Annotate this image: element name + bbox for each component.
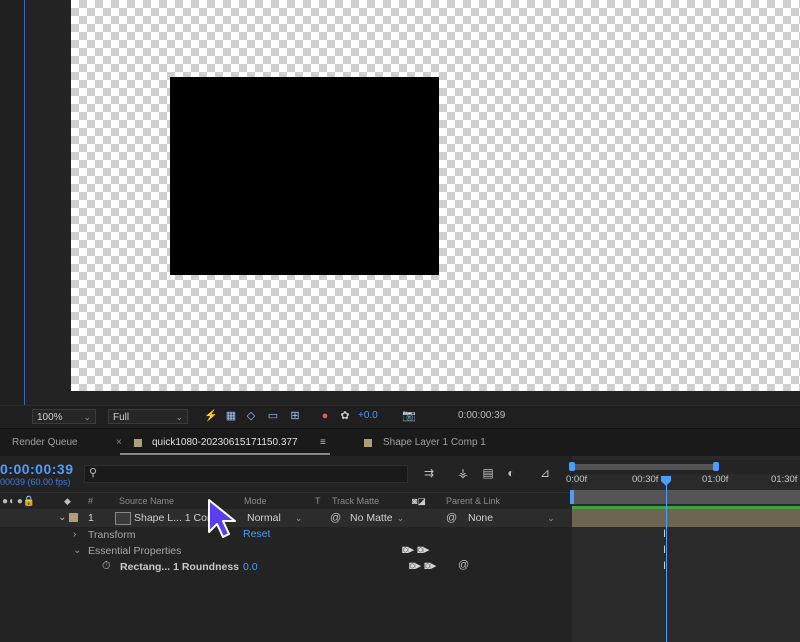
exposure-value[interactable]: +0.0 <box>358 410 378 421</box>
left-tool-strip <box>0 0 24 405</box>
mode-value: Normal <box>247 512 281 524</box>
pick-whip-icon[interactable]: @ <box>330 512 341 524</box>
parent-value: None <box>468 512 494 524</box>
precomp-icon <box>115 512 131 525</box>
layer-search-input[interactable] <box>84 465 408 483</box>
chevron-down-icon[interactable]: ⌄ <box>73 545 81 556</box>
parent-dropdown[interactable]: None ⌄ <box>468 512 555 524</box>
layer-label-swatch[interactable] <box>69 513 78 522</box>
mouse-pointer-icon <box>208 499 236 538</box>
reset-exposure-icon[interactable]: ✿ <box>338 410 352 423</box>
active-tab-underline <box>120 453 330 455</box>
timeline-layer-panel <box>0 456 572 642</box>
stopwatch-icon[interactable]: ⏱ <box>102 560 111 573</box>
ruler-label: 01:00f <box>702 474 729 485</box>
track-matte-dropdown[interactable]: No Matte ⌄ <box>350 512 404 524</box>
chevron-down-icon: ⌄ <box>294 513 303 523</box>
tab-shape-comp[interactable]: Shape Layer 1 Comp 1 <box>383 429 486 457</box>
resolution-dropdown[interactable]: Full ⌄ <box>108 409 188 424</box>
keyframe-navigator-icon[interactable]: ◙▸ ◙▸ <box>402 543 429 556</box>
region-of-interest-icon[interactable]: ▭ <box>266 410 280 423</box>
navigator-start-handle[interactable] <box>569 462 575 471</box>
keyframe-navigator-icon[interactable]: ◙▸ ◙▸ <box>409 559 436 572</box>
timeline-graph-area[interactable] <box>572 456 800 642</box>
pick-whip-icon[interactable]: @ <box>458 559 469 571</box>
column-source-name[interactable]: Source Name <box>119 496 174 506</box>
chevron-down-icon: ⌄ <box>175 412 183 422</box>
matte-switches-icon: ◙◪ <box>412 496 426 506</box>
work-area-start-handle[interactable] <box>570 490 574 504</box>
column-number: # <box>88 496 94 506</box>
layer-index: 1 <box>88 512 94 524</box>
current-time-display[interactable]: 0:00:00:39 <box>0 461 74 477</box>
work-area-bar[interactable] <box>572 490 800 504</box>
grid-icon[interactable]: ⊞ <box>288 410 302 423</box>
tab-render-queue[interactable]: Render Queue <box>12 429 78 457</box>
keyframe-beam-icon: I <box>663 544 667 556</box>
ruler-label: 00:30f <box>632 474 659 485</box>
chevron-down-icon: ⌄ <box>396 513 405 523</box>
draft-3d-icon[interactable]: ⚶ <box>455 465 471 481</box>
graph-editor-icon[interactable]: ⊿ <box>537 465 553 481</box>
chevron-down-icon: ⌄ <box>547 513 555 523</box>
roundness-value[interactable]: 0.0 <box>243 561 258 573</box>
frame-count-display: 00039 (60.00 fps) <box>0 477 71 487</box>
frame-blending-icon[interactable]: ▤ <box>480 465 496 481</box>
essential-properties-group[interactable]: Essential Properties <box>88 545 181 557</box>
comp-mini-flowchart-icon[interactable]: ⇉ <box>421 465 437 481</box>
track-matte-value: No Matte <box>350 512 393 524</box>
mode-dropdown[interactable]: Normal ⌄ <box>247 512 302 524</box>
viewer-toolbar: 100% ⌄ Full ⌄ ⚡ ▦ ◇ ▭ ⊞ ● ✿ +0.0 📷 0:00:00… <box>0 405 800 428</box>
chevron-down-icon: ⌄ <box>83 412 91 422</box>
resolution-value: Full <box>113 412 130 423</box>
comp-color-swatch <box>364 439 372 447</box>
transform-reset-link[interactable]: Reset <box>243 528 270 540</box>
column-t: T <box>315 496 321 506</box>
mask-visibility-icon[interactable]: ◇ <box>244 410 258 423</box>
fast-previews-icon[interactable]: ⚡ <box>204 410 218 423</box>
chevron-down-icon[interactable]: ⌄ <box>58 512 66 523</box>
time-navigator-range[interactable] <box>572 464 717 470</box>
navigator-end-handle[interactable] <box>713 462 719 471</box>
keyframe-beam-icon: I <box>663 560 667 572</box>
viewer-current-time[interactable]: 0:00:00:39 <box>458 410 505 421</box>
column-track-matte[interactable]: Track Matte <box>332 496 379 506</box>
comp-color-swatch <box>134 439 142 447</box>
keyframe-beam-icon: I <box>663 528 667 540</box>
column-mode[interactable]: Mode <box>244 496 267 506</box>
motion-blur-icon[interactable]: ◐ <box>503 465 519 481</box>
zoom-value: 100% <box>37 412 63 423</box>
color-channels-icon[interactable]: ● <box>318 410 332 423</box>
rectangle-shape[interactable] <box>170 77 439 275</box>
av-switches-icon[interactable]: ●◖ ●🔒 <box>2 496 35 507</box>
toggle-transparency-icon[interactable]: ▦ <box>224 410 238 423</box>
playhead-line[interactable] <box>666 478 667 642</box>
snapshot-icon[interactable]: 📷 <box>402 410 416 423</box>
transform-group[interactable]: Transform <box>88 529 135 541</box>
layer-duration-bar[interactable] <box>572 509 800 527</box>
zoom-dropdown[interactable]: 100% ⌄ <box>32 409 96 424</box>
ruler-label: 0:00f <box>566 474 588 485</box>
ruler-label: 01:30f <box>771 474 798 485</box>
search-icon: ⚲ <box>89 467 98 479</box>
pick-whip-icon[interactable]: @ <box>446 512 457 524</box>
roundness-property-label: Rectang... 1 Roundness <box>120 561 240 573</box>
label-icon[interactable]: ◆ <box>64 496 71 507</box>
column-parent-link[interactable]: Parent & Link <box>446 496 500 506</box>
chevron-right-icon[interactable]: › <box>73 529 76 540</box>
